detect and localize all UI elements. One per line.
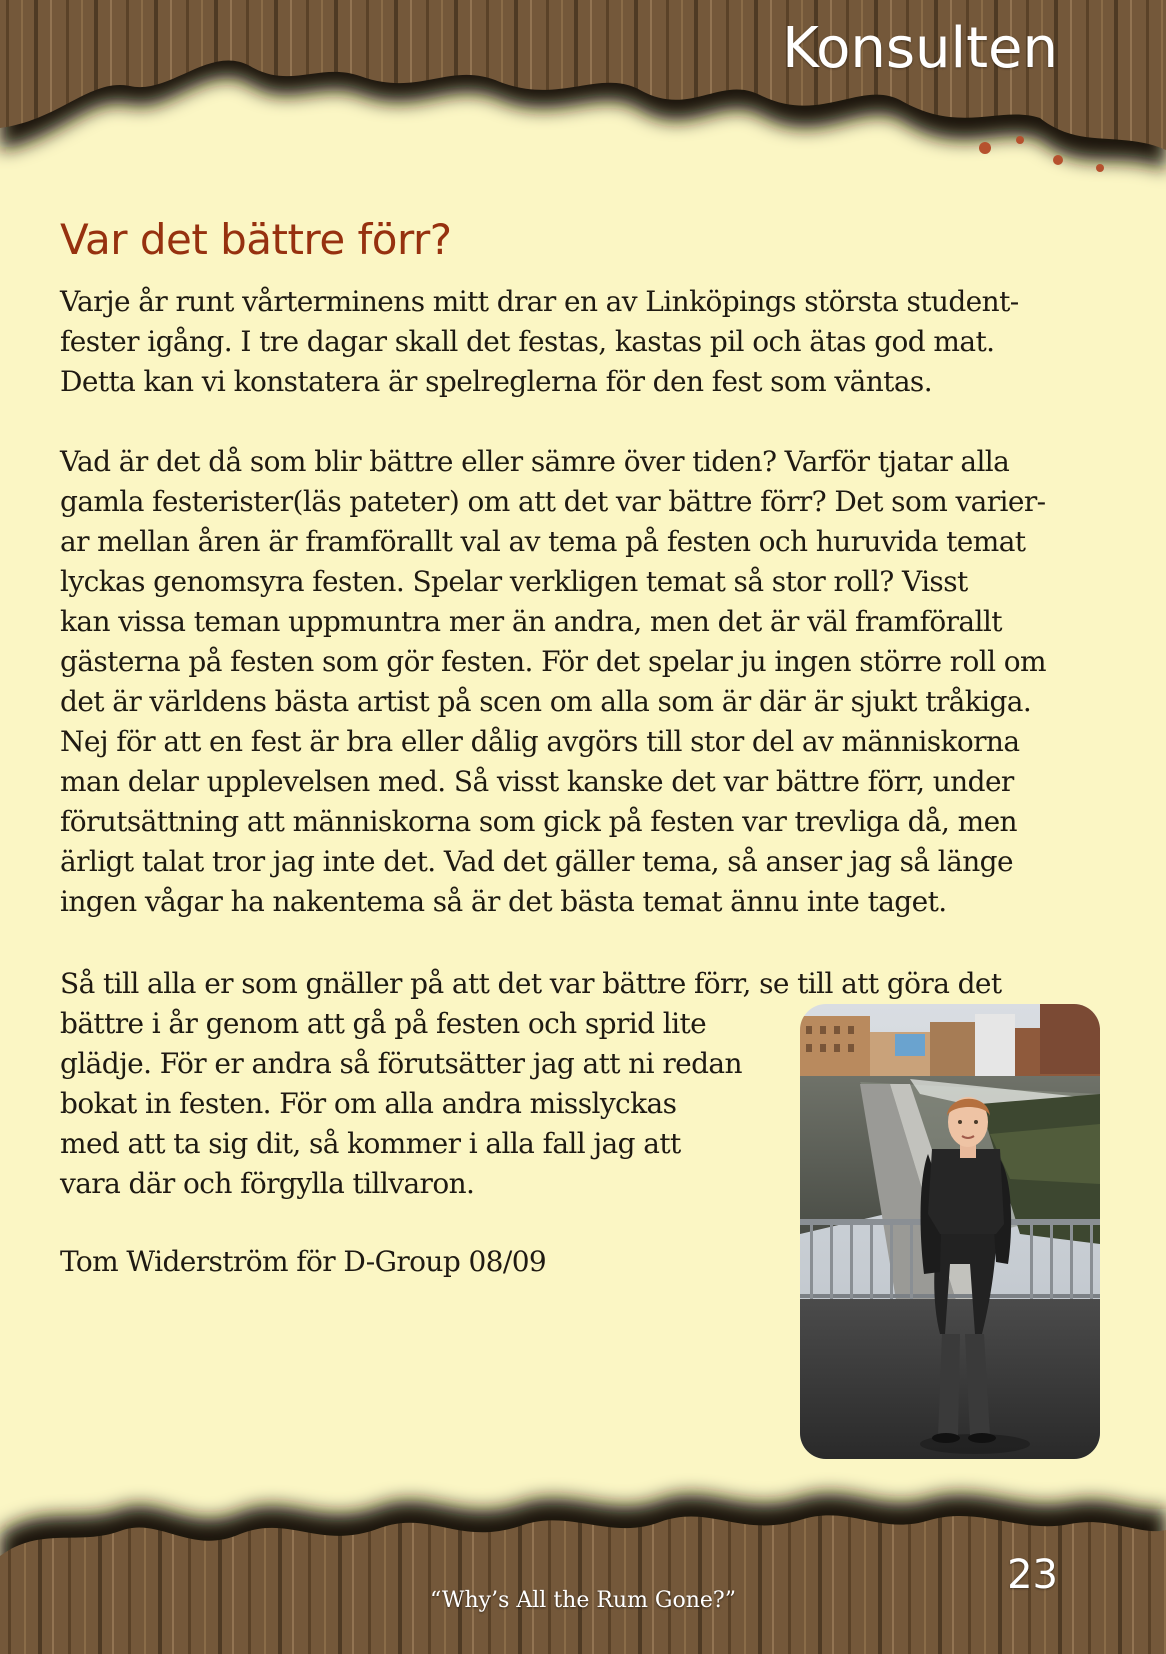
text-line: bättre i år genom att gå på festen och s…: [60, 1007, 707, 1040]
section-title: Konsulten: [782, 16, 1058, 81]
text-line: fester igång. I tre dagar skall det fest…: [60, 325, 995, 358]
text-line: glädje. För er andra så förutsätter jag …: [60, 1047, 743, 1080]
article-title: Var det bättre förr?: [60, 215, 452, 264]
text-line: Vad är det då som blir bättre eller sämr…: [60, 445, 1010, 478]
text-line: Nej för att en fest är bra eller dålig a…: [60, 725, 1020, 758]
text-line: ar mellan åren är framförallt val av tem…: [60, 525, 1026, 558]
article-paragraph-4: bättre i år genom att gå på festen och s…: [60, 1004, 780, 1204]
text-line: bokat in festen. För om alla andra missl…: [60, 1087, 677, 1120]
article-signature: Tom Widerström för D-Group 08/09: [60, 1245, 547, 1278]
text-line: förutsättning att människorna som gick p…: [60, 805, 1018, 838]
article-paragraph-3: Så till alla er som gnäller på att det v…: [60, 967, 1002, 1000]
footer-quote: “Why’s All the Rum Gone?”: [430, 1588, 736, 1613]
author-photo: [800, 1004, 1100, 1459]
text-line: det är världens bästa artist på scen om …: [60, 685, 1032, 718]
text-line: man delar upplevelsen med. Så visst kans…: [60, 765, 1014, 798]
text-line: Detta kan vi konstatera är spelreglerna …: [60, 365, 933, 398]
text-line: ingen vågar ha nakentema så är det bästa…: [60, 885, 947, 918]
text-line: Varje år runt vårterminens mitt drar en …: [60, 285, 1019, 318]
text-line: lyckas genomsyra festen. Spelar verklige…: [60, 565, 968, 598]
text-line: ärligt talat tror jag inte det. Vad det …: [60, 845, 1014, 878]
text-line: gästerna på festen som gör festen. För d…: [60, 645, 1047, 678]
article-paragraph-1: Varje år runt vårterminens mitt drar en …: [60, 282, 1120, 402]
article-paragraph-2: Vad är det då som blir bättre eller sämr…: [60, 442, 1120, 922]
text-line: med att ta sig dit, så kommer i alla fal…: [60, 1127, 681, 1160]
text-line: kan vissa teman uppmuntra mer än andra, …: [60, 605, 1003, 638]
text-line: gamla festerister(läs pateter) om att de…: [60, 485, 1046, 518]
magazine-page: Konsulten Var det bättre förr? Varje år …: [0, 0, 1166, 1654]
bottom-wood-border: [0, 1464, 1166, 1654]
text-line: vara där och förgylla tillvaron.: [60, 1167, 475, 1200]
